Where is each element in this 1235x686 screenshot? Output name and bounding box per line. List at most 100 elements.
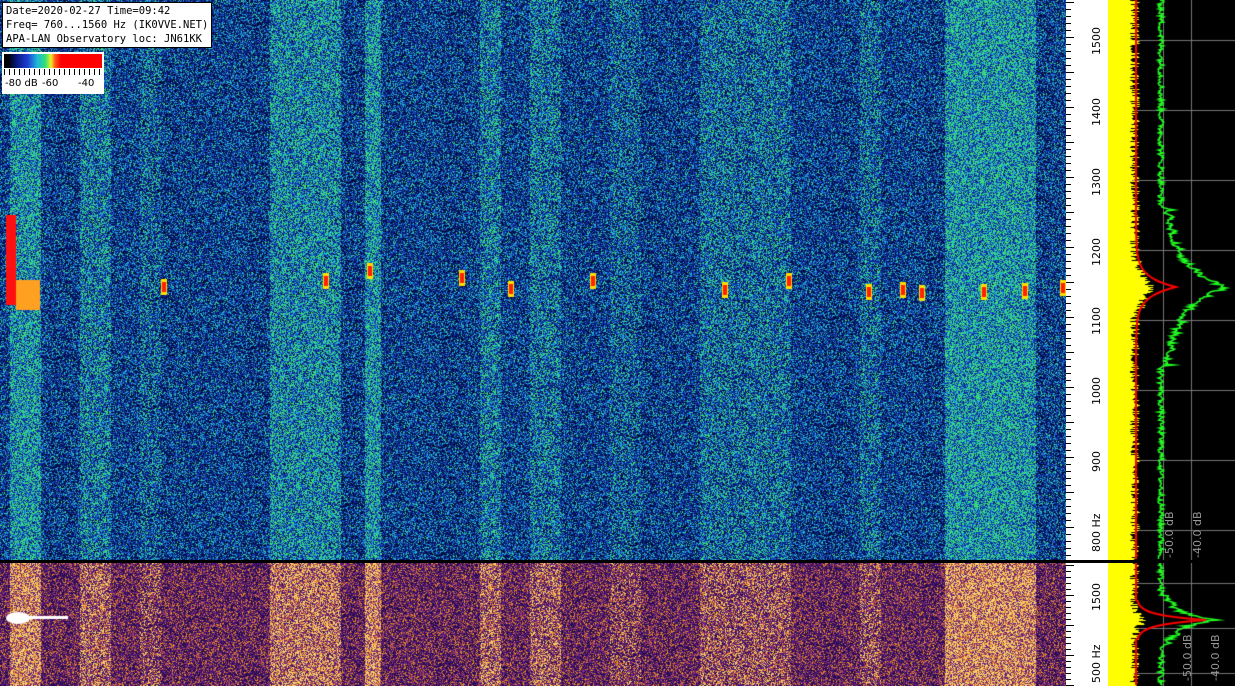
freq-label-lower-500hz: 500 Hz [1090, 644, 1103, 683]
scale-tick [1066, 373, 1071, 374]
scale-tick [1066, 240, 1071, 241]
info-date-time: Date=2020-02-27 Time=09:42 [6, 5, 171, 17]
scale-tick [1066, 601, 1071, 602]
legend-label-40: -40 [78, 78, 95, 89]
scale-tick [1066, 436, 1071, 437]
scale-tick [1066, 37, 1074, 38]
scale-tick [1066, 9, 1071, 10]
scale-tick [1066, 226, 1071, 227]
scale-tick [1066, 30, 1071, 31]
scale-tick [1066, 595, 1074, 596]
scale-tick [1066, 121, 1071, 122]
scale-tick [1066, 527, 1074, 528]
scale-tick [1066, 607, 1071, 608]
scale-tick [1066, 191, 1071, 192]
scale-tick [1066, 478, 1071, 479]
scale-tick [1066, 128, 1071, 129]
waterfall-lower [0, 563, 1066, 686]
scale-tick [1066, 156, 1071, 157]
scale-tick [1066, 149, 1071, 150]
color-gradient-bar [4, 54, 102, 68]
scale-tick [1066, 324, 1071, 325]
scale-tick [1066, 380, 1071, 381]
scale-tick [1066, 268, 1071, 269]
scale-tick [1066, 443, 1071, 444]
scale-tick [1066, 205, 1071, 206]
scale-tick [1066, 485, 1071, 486]
scale-tick [1066, 667, 1071, 668]
scale-tick [1066, 643, 1071, 644]
scale-tick [1066, 2, 1074, 3]
scale-tick [1066, 58, 1071, 59]
scale-tick [1066, 72, 1074, 73]
scale-tick [1066, 520, 1071, 521]
db-label-lower-minus50: -50.0 dB [1181, 634, 1194, 682]
info-frequency: Freq= 760...1560 Hz (IK0VVE.NET) [6, 19, 209, 31]
scale-tick [1066, 359, 1071, 360]
scale-tick [1066, 457, 1074, 458]
scale-tick [1066, 177, 1074, 178]
scale-tick [1066, 541, 1071, 542]
scale-tick [1066, 44, 1071, 45]
scale-tick [1066, 464, 1071, 465]
scale-tick [1066, 577, 1071, 578]
scale-tick [1066, 401, 1071, 402]
scale-tick [1066, 499, 1071, 500]
scale-tick [1066, 394, 1071, 395]
scale-tick [1066, 408, 1071, 409]
scale-tick [1066, 212, 1074, 213]
scale-tick [1066, 233, 1071, 234]
scale-tick [1066, 492, 1074, 493]
scale-tick [1066, 275, 1071, 276]
scale-tick [1066, 338, 1071, 339]
scale-tick [1066, 649, 1071, 650]
scale-tick [1066, 93, 1071, 94]
scale-tick [1066, 571, 1071, 572]
db-label-minus50: -50.0 dB [1163, 511, 1176, 559]
freq-label-1100: 1100 [1090, 307, 1103, 335]
scale-tick [1066, 655, 1074, 656]
legend-label-80db: -80 dB [5, 78, 38, 89]
spectrum-panel-lower: -50.0 dB -40.0 dB [1108, 563, 1235, 686]
scale-tick [1066, 289, 1071, 290]
scale-tick [1066, 184, 1071, 185]
scale-tick [1066, 589, 1071, 590]
frequency-scale-lower: 1500 500 Hz [1066, 563, 1108, 686]
scale-tick [1066, 303, 1071, 304]
scale-tick [1066, 254, 1071, 255]
scale-tick [1066, 16, 1071, 17]
scale-tick [1066, 170, 1071, 171]
scale-tick [1066, 219, 1071, 220]
info-box: Date=2020-02-27 Time=09:42 Freq= 760...1… [2, 2, 213, 48]
scale-tick [1066, 86, 1071, 87]
scale-tick [1066, 631, 1071, 632]
freq-label-1500: 1500 [1090, 27, 1103, 55]
scale-tick [1066, 331, 1071, 332]
scale-tick [1066, 565, 1074, 566]
scale-tick [1066, 661, 1071, 662]
scale-tick [1066, 450, 1071, 451]
color-legend: -80 dB -60 -40 [2, 52, 104, 94]
scale-tick [1066, 613, 1071, 614]
scale-tick [1066, 366, 1071, 367]
freq-label-1300: 1300 [1090, 168, 1103, 196]
scale-tick [1066, 548, 1071, 549]
scale-tick [1066, 198, 1071, 199]
scale-tick [1066, 296, 1071, 297]
scale-tick [1066, 247, 1074, 248]
scale-tick [1066, 282, 1074, 283]
spectrum-panel-upper: -50.0 dB -40.0 dB [1108, 0, 1235, 560]
scale-tick [1066, 345, 1071, 346]
scale-tick [1066, 51, 1071, 52]
db-label-lower-minus40: -40.0 dB [1209, 634, 1222, 682]
scale-tick [1066, 506, 1071, 507]
freq-label-lower-1500: 1500 [1090, 583, 1103, 611]
scale-tick [1066, 619, 1071, 620]
scale-tick [1066, 100, 1071, 101]
scale-tick [1066, 429, 1071, 430]
scale-tick [1066, 23, 1071, 24]
scale-tick [1066, 625, 1074, 626]
scale-tick [1066, 415, 1071, 416]
scale-tick [1066, 471, 1071, 472]
scale-tick [1066, 513, 1071, 514]
